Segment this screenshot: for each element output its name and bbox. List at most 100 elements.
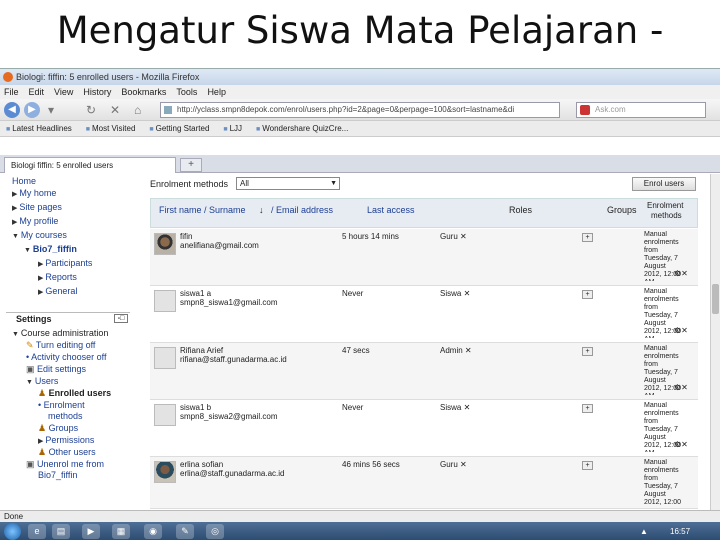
avatar[interactable] [154, 461, 176, 483]
user-enrolment: Manual enrolments from Tuesday, 7 August… [644, 288, 681, 338]
avatar[interactable] [154, 233, 176, 255]
user-role[interactable]: Siswa ✕ [440, 289, 470, 299]
unenrol-icon: ▣ [26, 459, 38, 469]
bookmarks-toolbar: Latest Headlines Most Visited Getting St… [0, 121, 720, 137]
menu-view[interactable]: View [54, 85, 73, 99]
taskbar: e ▤ ▶ ▦ ◉ ✎ ◎ ▲ 16:57 [0, 522, 720, 540]
sidebar-item-course: ▼ Bio7_fiffin [24, 244, 77, 254]
add-role-icon[interactable]: + [582, 461, 593, 470]
table-row: Rifiana Arief rifiana@staff.gunadarma.ac… [150, 343, 698, 400]
search-bar[interactable]: Ask.com [576, 102, 706, 118]
users-icon: ♟ [38, 388, 49, 398]
enrolment-actions-icon[interactable]: ⚙✕ [674, 269, 688, 279]
user-role[interactable]: Siswa ✕ [440, 403, 470, 413]
program-icon[interactable]: ✎ [176, 524, 194, 539]
enrolment-methods-select[interactable]: All ▼ [236, 177, 340, 190]
enrol-users-button[interactable]: Enrol users [632, 177, 696, 191]
user-enrolment: Manual enrolments from Tuesday, 7 August… [644, 345, 681, 395]
chevron-down-icon: ▼ [330, 180, 337, 187]
dropdown-icon[interactable]: ▾ [48, 103, 54, 117]
header-email[interactable]: / Email address [271, 205, 333, 215]
bookmark-ljj[interactable]: LJJ [223, 121, 242, 136]
home-icon[interactable]: ⌂ [134, 103, 141, 117]
sidebar-item-home: Home [12, 176, 37, 186]
avatar[interactable] [154, 404, 176, 426]
menu-file[interactable]: File [4, 85, 19, 99]
header-enrolment: Enrolment [647, 201, 684, 210]
menu-bar: File Edit View History Bookmarks Tools H… [0, 85, 720, 99]
search-placeholder: Ask.com [595, 105, 626, 114]
sidebar-item-users: ▼ Users [26, 376, 59, 386]
url-text: http://yclass.smpn8depok.com/enrol/users… [177, 105, 515, 114]
user-enrolment: Manual enrolments from Tuesday, 7 August… [644, 231, 681, 281]
menu-help[interactable]: Help [207, 85, 226, 99]
header-name[interactable]: First name / Surname [159, 205, 246, 215]
menu-tools[interactable]: Tools [176, 85, 197, 99]
app-icon[interactable]: ▦ [112, 524, 130, 539]
stop-icon[interactable]: ✕ [110, 103, 120, 117]
user-last-access: Never [342, 289, 364, 298]
sidebar-navigation: Home ▶ My home ▶ Site pages ▶ My profile… [6, 176, 130, 510]
user-email: rifiana@staff.gunadarma.ac.id [180, 355, 287, 364]
menu-bookmarks[interactable]: Bookmarks [121, 85, 166, 99]
sidebar-item-turn-editing: ✎ Turn editing off [26, 340, 96, 350]
enrolment-actions-icon[interactable]: ⚙✕ [674, 440, 688, 450]
window-titlebar: Biologi: fiffin: 5 enrolled users - Mozi… [0, 69, 720, 85]
user-enrolment: Manual enrolments from Tuesday, 7 August… [644, 402, 681, 452]
add-role-icon[interactable]: + [582, 347, 593, 356]
start-button-icon[interactable] [4, 523, 21, 540]
user-role[interactable]: Guru ✕ [440, 232, 467, 242]
enrolment-methods-label: Enrolment methods [150, 179, 229, 189]
tab-strip: Biologi fiffin: 5 enrolled users + [0, 155, 720, 173]
user-icon: ♟ [38, 447, 49, 457]
media-icon[interactable]: ▶ [82, 524, 100, 539]
table-row: erlina sofian erlina@staff.gunadarma.ac.… [150, 457, 698, 509]
menu-edit[interactable]: Edit [29, 85, 45, 99]
bookmark-wondershare[interactable]: Wondershare QuizCre... [256, 121, 348, 136]
user-role[interactable]: Admin ✕ [440, 346, 472, 356]
tray-expand-icon[interactable]: ▲ [640, 522, 648, 540]
sidebar-item-course-admin: ▼ Course administration [12, 328, 109, 338]
firefox-task-icon[interactable]: ◉ [144, 524, 162, 539]
reload-icon[interactable]: ↻ [86, 103, 96, 117]
sidebar-item-permissions: ▶ Permissions [38, 435, 95, 445]
avatar[interactable] [154, 347, 176, 369]
sidebar-item-my-profile: ▶ My profile [12, 216, 59, 226]
window-title: Biologi: fiffin: 5 enrolled users - Mozi… [16, 72, 200, 82]
add-role-icon[interactable]: + [582, 404, 593, 413]
ie-icon[interactable]: e [28, 524, 46, 539]
tab-enrolled-users[interactable]: Biologi fiffin: 5 enrolled users [4, 157, 176, 173]
forward-icon[interactable]: ▶ [24, 102, 40, 118]
back-icon[interactable]: ◀ [4, 102, 20, 118]
slide-title: Mengatur Siswa Mata Pelajaran - [56, 9, 664, 52]
user-last-access: 5 hours 14 mins [342, 232, 399, 241]
enrolment-actions-icon[interactable]: ⚙✕ [674, 326, 688, 336]
page-icon [164, 106, 172, 114]
menu-history[interactable]: History [83, 85, 111, 99]
scrollbar-thumb[interactable] [712, 284, 719, 314]
sidebar-item-enrolled-users: ♟ Enrolled users [38, 388, 112, 398]
add-role-icon[interactable]: + [582, 233, 593, 242]
avatar[interactable] [154, 290, 176, 312]
user-role[interactable]: Guru ✕ [440, 460, 467, 470]
browser-task-icon[interactable]: ◎ [206, 524, 224, 539]
firefox-icon [3, 72, 13, 82]
bookmark-most-visited[interactable]: Most Visited [86, 121, 135, 136]
bookmark-latest-headlines[interactable]: Latest Headlines [6, 121, 72, 136]
vertical-scrollbar[interactable] [710, 174, 720, 510]
url-bar[interactable]: http://yclass.smpn8depok.com/enrol/users… [160, 102, 560, 118]
sort-arrow-icon: ↓ [259, 205, 264, 215]
system-clock[interactable]: 16:57 [670, 522, 690, 540]
new-tab-button[interactable]: + [180, 158, 202, 172]
folder-icon[interactable]: ▤ [52, 524, 70, 539]
sidebar-item-general: ▶ General [38, 286, 78, 296]
table-header: First name / Surname ↓ / Email address L… [150, 198, 698, 228]
enrolment-actions-icon[interactable]: ⚙✕ [674, 383, 688, 393]
header-roles: Roles [509, 205, 533, 215]
block-collapse-icon[interactable]: -□ [114, 314, 128, 323]
add-role-icon[interactable]: + [582, 290, 593, 299]
header-last-access[interactable]: Last access [367, 205, 415, 215]
bookmark-getting-started[interactable]: Getting Started [149, 121, 210, 136]
browser-screenshot: Biologi: fiffin: 5 enrolled users - Mozi… [0, 68, 720, 540]
sidebar-item-activity-chooser: • Activity chooser off [26, 352, 107, 362]
